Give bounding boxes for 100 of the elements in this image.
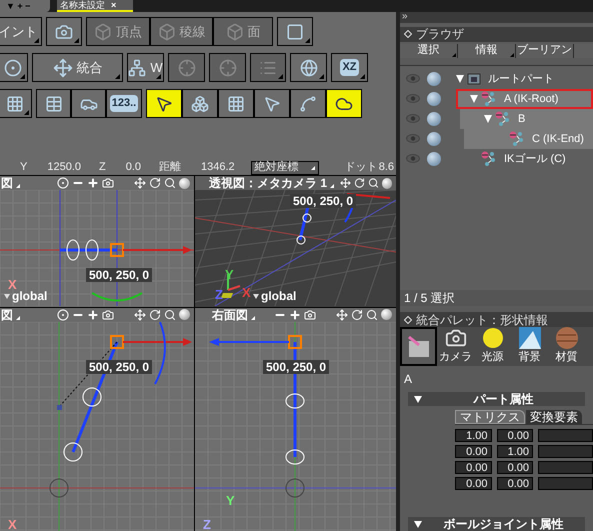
tool-button[interactable] bbox=[0, 89, 32, 118]
expand-triangle-icon[interactable] bbox=[414, 396, 422, 402]
search-icon[interactable] bbox=[164, 177, 176, 189]
tool-button[interactable]: 統合 bbox=[32, 53, 123, 82]
dropdown-triangle-icon[interactable] bbox=[4, 294, 10, 298]
matrix-field[interactable]: 0.00 bbox=[496, 429, 533, 442]
tree-item[interactable]: IKゴール (C) bbox=[456, 148, 593, 169]
corner-triangle-icon bbox=[115, 74, 120, 79]
matrix-tab[interactable]: マトリクス bbox=[455, 410, 525, 424]
tree-item-label: B bbox=[518, 112, 526, 127]
tool-button[interactable] bbox=[290, 53, 327, 82]
matrix-field[interactable]: 0.00 bbox=[455, 445, 492, 458]
collapse-arrow-icon[interactable] bbox=[404, 316, 412, 324]
pan-icon[interactable] bbox=[134, 177, 146, 189]
tool-button[interactable] bbox=[326, 89, 362, 118]
matrix-field[interactable]: 1.00 bbox=[496, 445, 533, 458]
viewport[interactable]: 図 500, 250, 0 X global bbox=[0, 176, 194, 306]
coordinate-axis-label: Y bbox=[20, 160, 28, 176]
matrix-field[interactable]: 0.00 bbox=[455, 477, 492, 490]
dropdown-triangle-icon[interactable] bbox=[253, 294, 259, 298]
expand-triangle-icon[interactable] bbox=[414, 520, 422, 528]
target-icon[interactable] bbox=[57, 308, 69, 320]
move-arrows-icon bbox=[52, 58, 72, 78]
close-button[interactable]: × bbox=[111, 0, 116, 10]
matrix-field[interactable]: 0.00 bbox=[496, 461, 533, 474]
camera-icon[interactable] bbox=[102, 308, 114, 320]
browser-tab[interactable]: 情報 bbox=[458, 44, 515, 58]
render-toggle-icon[interactable] bbox=[427, 112, 441, 126]
camera-icon[interactable] bbox=[304, 308, 316, 320]
palette-tab[interactable]: 光源 bbox=[474, 327, 511, 366]
corner-triangle-icon bbox=[251, 316, 255, 320]
zoom-in-icon[interactable] bbox=[87, 177, 99, 189]
matrix-field[interactable] bbox=[538, 461, 593, 474]
origin-marker-icon bbox=[286, 478, 304, 497]
palette-tab[interactable] bbox=[400, 327, 437, 366]
render-toggle-icon[interactable] bbox=[427, 92, 441, 106]
tool-button[interactable]: XZ bbox=[331, 53, 368, 82]
cubes-icon bbox=[191, 94, 209, 112]
menu-button[interactable]: ▼ + − bbox=[0, 0, 50, 12]
camera-icon[interactable] bbox=[102, 177, 114, 189]
axis-label: Y bbox=[226, 494, 235, 508]
search-icon[interactable] bbox=[368, 177, 379, 189]
tool-button[interactable] bbox=[218, 89, 254, 118]
zoom-in-icon[interactable] bbox=[87, 308, 99, 320]
corner-triangle-icon bbox=[319, 74, 324, 79]
pointer-icon bbox=[263, 94, 281, 112]
viewport[interactable]: 右面図 500, 250, 0 Y Z bbox=[195, 308, 396, 531]
tool-button[interactable] bbox=[71, 89, 106, 118]
cube-icon bbox=[226, 22, 244, 40]
tool-button[interactable] bbox=[254, 89, 290, 118]
matrix-field[interactable] bbox=[538, 429, 593, 442]
palette-tab[interactable]: 背景 bbox=[511, 327, 548, 366]
render-toggle-icon[interactable] bbox=[427, 132, 441, 146]
tool-button[interactable] bbox=[36, 89, 71, 118]
matrix-field[interactable]: 1.00 bbox=[455, 429, 492, 442]
document-tab[interactable]: 名称未設定 × bbox=[57, 0, 133, 12]
collapse-button[interactable]: » bbox=[402, 11, 408, 22]
matrix-field[interactable] bbox=[538, 445, 593, 458]
tree-item[interactable]: B bbox=[460, 108, 593, 129]
corner-triangle-icon bbox=[305, 38, 310, 43]
browser-tab[interactable]: ブーリアン bbox=[516, 44, 573, 58]
tool-button[interactable] bbox=[0, 53, 28, 82]
pan-icon[interactable] bbox=[340, 177, 351, 189]
table-icon bbox=[44, 94, 62, 112]
camera-icon bbox=[55, 22, 73, 40]
tree-item[interactable]: A (IK-Root) bbox=[456, 88, 593, 109]
matrix-field[interactable]: 0.00 bbox=[455, 461, 492, 474]
tool-button[interactable]: W bbox=[127, 53, 164, 82]
zoom-in-icon[interactable] bbox=[289, 308, 301, 320]
search-icon[interactable] bbox=[164, 308, 176, 320]
matrix-field[interactable] bbox=[538, 477, 593, 490]
matrix-tab[interactable]: 変換要素 bbox=[526, 410, 582, 424]
matrix-field[interactable]: 0.00 bbox=[496, 477, 533, 490]
palette-tab[interactable]: 材質 bbox=[548, 327, 585, 366]
rotate-icon[interactable] bbox=[149, 308, 161, 320]
tool-button[interactable] bbox=[182, 89, 218, 118]
render-toggle-icon[interactable] bbox=[427, 72, 441, 86]
palette-tab[interactable]: カメラ bbox=[437, 327, 474, 366]
pan-icon[interactable] bbox=[336, 308, 348, 320]
rotate-icon[interactable] bbox=[351, 308, 363, 320]
collapse-arrow-icon[interactable] bbox=[404, 30, 412, 38]
viewport[interactable]: 図 500, 250, 0 X bbox=[0, 308, 194, 531]
search-icon[interactable] bbox=[366, 308, 378, 320]
tool-button[interactable] bbox=[277, 17, 313, 46]
panel-title: ブラウザ bbox=[416, 26, 464, 44]
joint-icon bbox=[509, 131, 525, 146]
browser-tab[interactable]: 選択 bbox=[400, 44, 457, 58]
crosshair-icon bbox=[178, 58, 196, 76]
rotate-icon[interactable] bbox=[354, 177, 365, 189]
coordinate-mode-dropdown[interactable]: 絶対座標 bbox=[250, 160, 319, 174]
target-icon[interactable] bbox=[57, 177, 69, 189]
tool-button[interactable] bbox=[290, 89, 326, 118]
tool-button[interactable] bbox=[146, 89, 182, 118]
rotate-icon[interactable] bbox=[149, 177, 161, 189]
viewport-title: 図 bbox=[1, 308, 13, 324]
pan-icon[interactable] bbox=[134, 308, 146, 320]
tool-button[interactable]: 123.. bbox=[106, 89, 142, 118]
tool-button[interactable] bbox=[46, 17, 82, 46]
tree-item[interactable]: C (IK-End) bbox=[464, 128, 593, 149]
render-toggle-icon[interactable] bbox=[427, 152, 441, 166]
